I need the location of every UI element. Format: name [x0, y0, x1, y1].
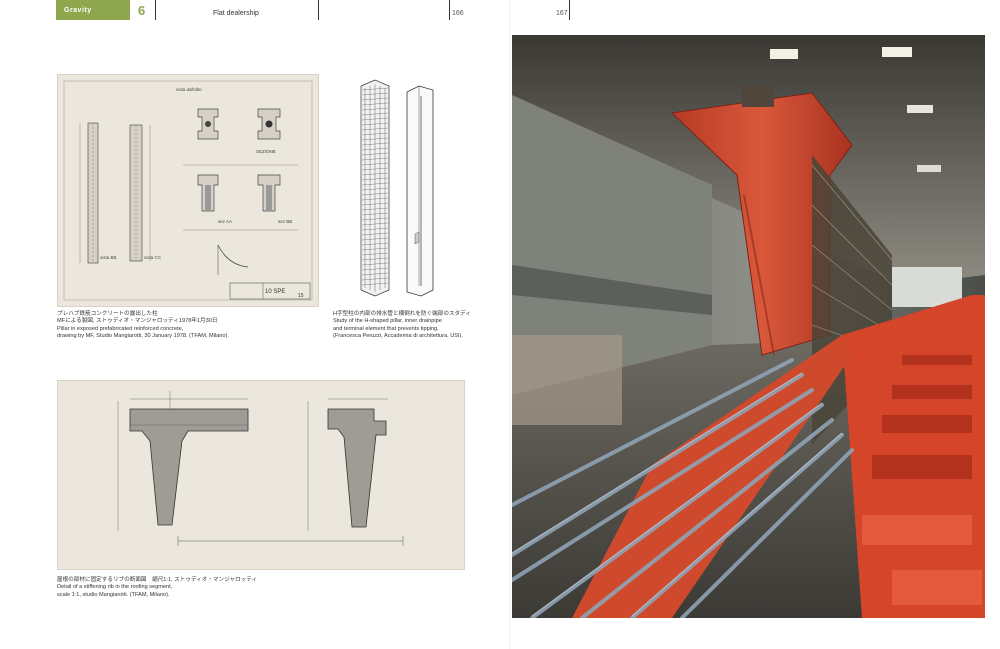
pillar-isometric	[357, 74, 447, 305]
caption-figure2: H字型柱の内部の排水管と横倒れを防ぐ端部のスタディ Study of the H…	[333, 311, 471, 341]
sez-aa-label: sez AA	[218, 219, 232, 224]
sheet-label: 15	[298, 293, 304, 299]
rib-section-drawing	[57, 380, 465, 570]
vista-cc-label: vista CC	[144, 255, 162, 260]
caption-jp: H字型柱の内部の排水管と横倒れを防ぐ端部のスタディ	[333, 311, 471, 317]
header-divider	[449, 0, 450, 20]
rib-section-svg	[117, 391, 404, 546]
vista-bb-label: vista BB	[100, 255, 117, 260]
vista-alto-label: vista dall'alto	[176, 87, 202, 92]
caption-en: Study of the H-shaped pillar, inner drai…	[333, 318, 442, 325]
factory-photo	[512, 35, 985, 618]
pillar-isometric-svg	[360, 79, 434, 297]
pillar-drawing: vista BB vista CC vista dall'alto SEZION…	[57, 74, 319, 307]
caption-en: Detail of a stiffening rib in the roofin…	[57, 584, 173, 591]
header-divider	[569, 0, 570, 20]
caption-en: (Francesca Peruzzi, Accademia di archite…	[333, 333, 463, 340]
left-page-number: 166	[452, 10, 464, 17]
caption-en: and terminal element that prevents tippi…	[333, 325, 439, 332]
factory-photo-svg	[512, 35, 985, 618]
sez-bb-label: sez BB	[278, 219, 292, 224]
caption-jp: MFによる製図, ストゥディオ・マンジャロッティ1978年1月30日	[57, 318, 218, 325]
pillar-drawing-svg: vista BB vista CC vista dall'alto SEZION…	[63, 80, 313, 301]
caption-jp: 屋根の部材に固定するリブの断面図 縮尺1:1, ストゥディオ・マンジャロッティ	[57, 577, 258, 583]
section-number: 6	[138, 3, 146, 18]
caption-en: Pillar in exposed prefabricated reinforc…	[57, 325, 184, 332]
running-title: Flat dealership	[213, 10, 259, 17]
left-page: Gravity 6 Flat dealership 166 vista BB v…	[0, 0, 510, 649]
caption-figure3: 屋根の部材に固定するリブの断面図 縮尺1:1, ストゥディオ・マンジャロッティ …	[57, 577, 257, 599]
caption-figure1: プレハブ鉄筋コンクリートの露出した柱 MFによる製図, ストゥディオ・マンジャロ…	[57, 311, 229, 341]
caption-en: drawing by MF, Studio Mangiarotti, 30 Ja…	[57, 333, 229, 340]
header-divider	[318, 0, 319, 20]
right-page-number: 167	[556, 10, 568, 17]
caption-en: scale 1:1, studio Mangiarotti. (TFAM, Mi…	[57, 591, 170, 598]
section-label: Gravity	[64, 6, 92, 14]
header-divider	[155, 0, 156, 20]
section-tab: Gravity	[56, 0, 130, 20]
title-block-label: 10 SPE	[265, 289, 285, 295]
section-label-drawing: SEZIONE	[256, 149, 276, 154]
